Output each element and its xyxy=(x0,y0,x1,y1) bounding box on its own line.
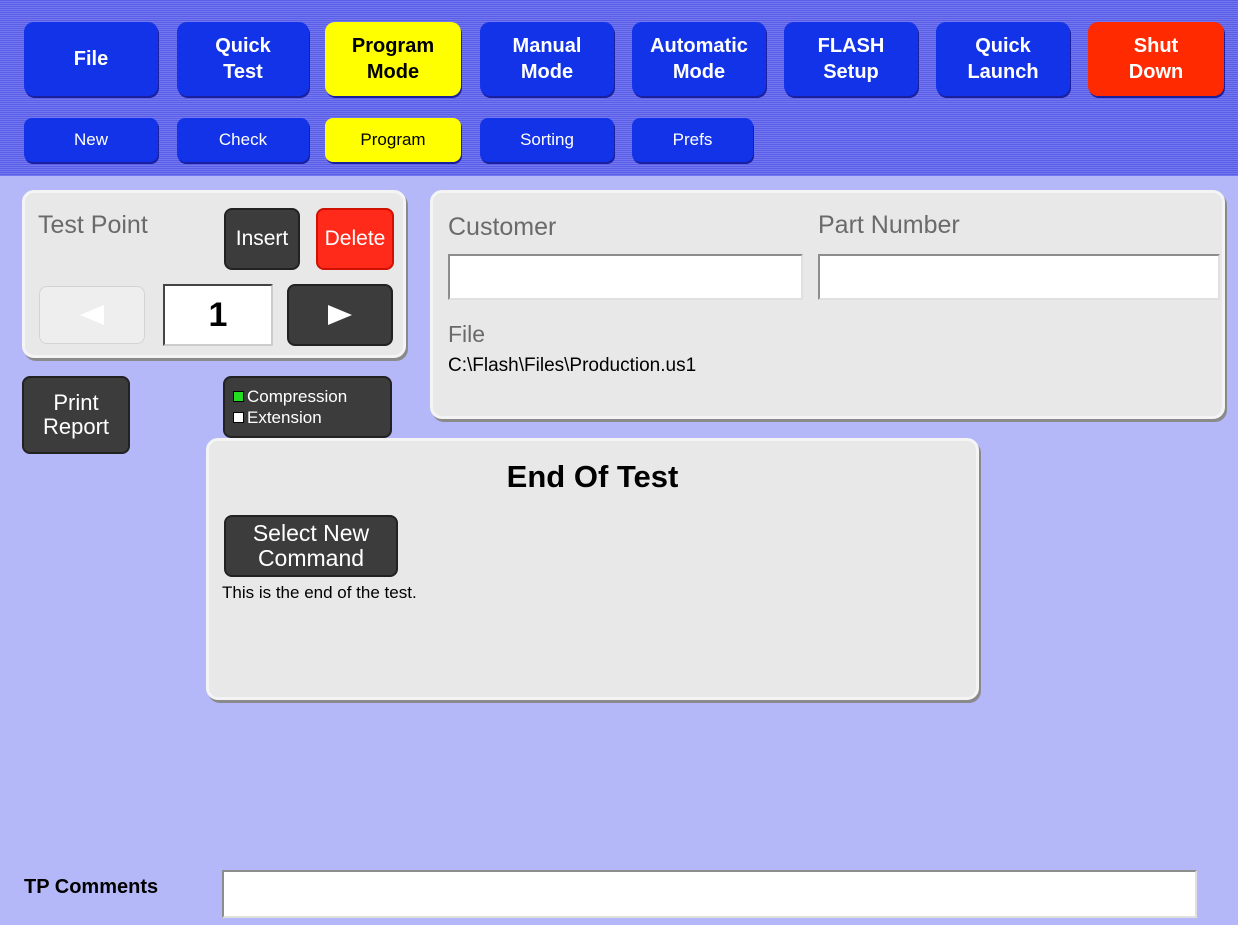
file-info-panel: Customer Part Number File C:\Flash\Files… xyxy=(430,190,1225,419)
left-arrow-icon xyxy=(80,305,104,325)
tp-comments-label: TP Comments xyxy=(24,876,159,898)
compression-label: Compression xyxy=(247,387,348,406)
compression-extension-toggle[interactable]: Compression Extension xyxy=(223,376,392,438)
delete-button[interactable]: Delete xyxy=(316,208,394,270)
extension-option[interactable]: Extension xyxy=(233,407,322,428)
subnav-prefs-button[interactable]: Prefs xyxy=(632,118,753,162)
nav-automatic-mode-button[interactable]: Automatic Mode xyxy=(632,22,766,96)
subnav-program-button[interactable]: Program xyxy=(325,118,461,162)
tp-comments-field[interactable] xyxy=(222,870,1197,918)
test-point-panel: Test Point Insert Delete 1 xyxy=(22,190,406,358)
nav-quick-test-button[interactable]: Quick Test xyxy=(177,22,309,96)
part-number-field[interactable] xyxy=(818,254,1220,300)
subnav-check-button[interactable]: Check xyxy=(177,118,309,162)
next-point-button[interactable] xyxy=(287,284,393,346)
customer-label: Customer xyxy=(448,213,557,241)
insert-button[interactable]: Insert xyxy=(224,208,300,270)
subnav-sorting-button[interactable]: Sorting xyxy=(480,118,614,162)
nav-flash-setup-button[interactable]: FLASH Setup xyxy=(784,22,918,96)
test-point-title: Test Point xyxy=(38,211,148,239)
extension-label: Extension xyxy=(247,408,322,427)
subnav-new-button[interactable]: New xyxy=(24,118,158,162)
nav-file-button[interactable]: File xyxy=(24,22,158,96)
nav-manual-mode-button[interactable]: Manual Mode xyxy=(480,22,614,96)
file-path: C:\Flash\Files\Production.us1 xyxy=(448,355,697,376)
compression-option[interactable]: Compression xyxy=(233,386,347,407)
compression-indicator-icon xyxy=(233,391,244,402)
test-point-number[interactable]: 1 xyxy=(163,284,273,346)
previous-point-button[interactable] xyxy=(39,286,145,344)
nav-shut-down-button[interactable]: Shut Down xyxy=(1088,22,1224,96)
file-label: File xyxy=(448,321,486,347)
command-panel: End Of Test Select New Command This is t… xyxy=(206,438,979,700)
command-title: End Of Test xyxy=(506,459,679,494)
command-description: This is the end of the test. xyxy=(222,583,417,602)
select-new-command-button[interactable]: Select New Command xyxy=(224,515,398,577)
right-arrow-icon xyxy=(328,305,352,325)
nav-quick-launch-button[interactable]: Quick Launch xyxy=(936,22,1070,96)
print-report-button[interactable]: Print Report xyxy=(22,376,130,454)
customer-field[interactable] xyxy=(448,254,803,300)
part-number-label: Part Number xyxy=(818,211,960,239)
extension-indicator-icon xyxy=(233,412,244,423)
nav-program-mode-button[interactable]: Program Mode xyxy=(325,22,461,96)
